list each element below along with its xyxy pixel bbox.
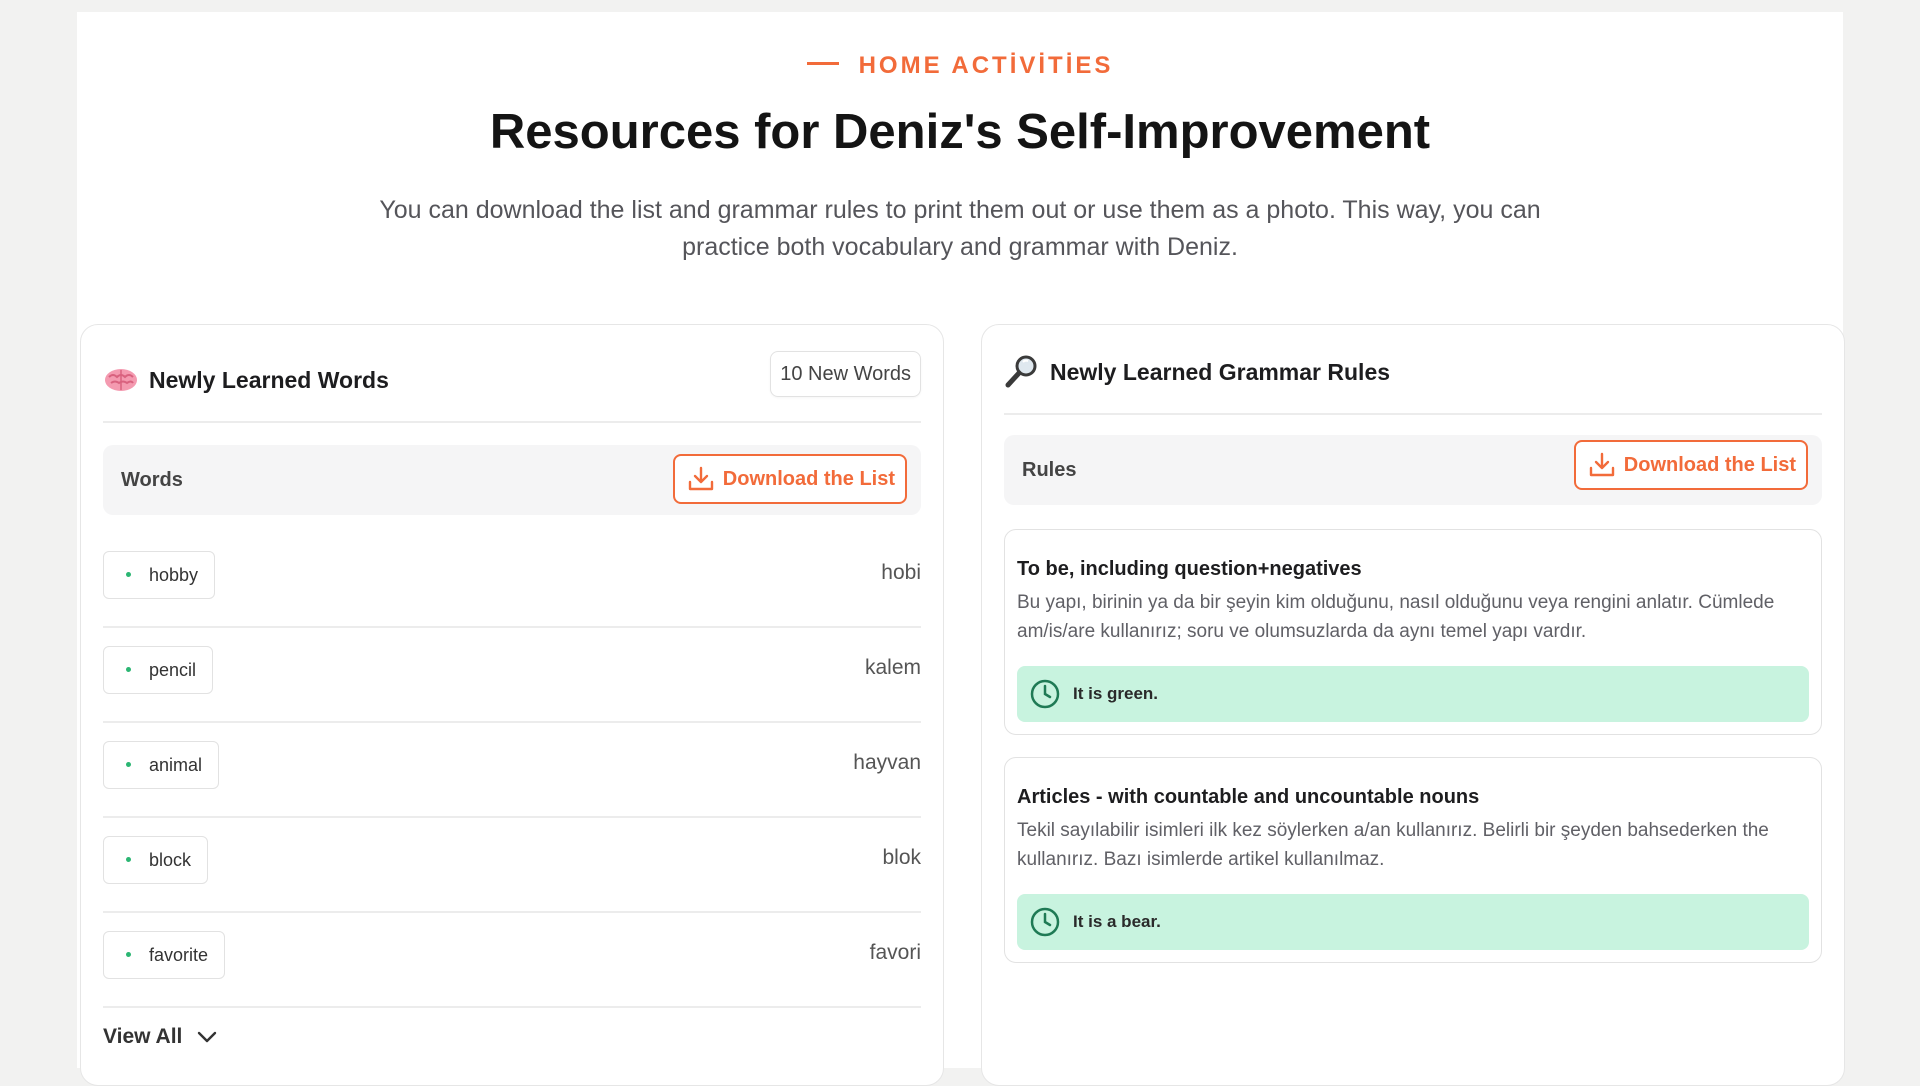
rules-toolbar: Rules Download the List	[1004, 435, 1822, 505]
word-translation: hayvan	[853, 751, 921, 774]
word-row: pencil kalem	[103, 626, 921, 723]
bullet-dot	[126, 951, 131, 957]
eyebrow-dash	[806, 62, 839, 66]
view-all-label: View All	[103, 1025, 183, 1048]
word-chip[interactable]: block	[103, 836, 209, 884]
magnifier-icon	[1005, 355, 1037, 388]
eyebrow-text: HOME ACTİVİTİES	[858, 52, 1114, 79]
word-translation: favori	[869, 941, 921, 964]
rule-example-text: It is green.	[1073, 684, 1159, 703]
grammar-card-header: Newly Learned Grammar Rules	[1004, 317, 1822, 415]
rule-description: Bu yapı, birinin ya da bir şeyin kim old…	[1017, 592, 1775, 642]
words-toolbar: Words Download the List	[103, 445, 921, 515]
word-row: animal hayvan	[103, 721, 921, 818]
word-chip[interactable]: hobby	[103, 551, 216, 599]
rule-example-text: It is a bear.	[1073, 912, 1161, 931]
word-english: favorite	[149, 945, 209, 965]
words-toolbar-label: Words	[121, 469, 183, 491]
word-translation: blok	[882, 846, 921, 869]
section-eyebrow: HOME ACTİVİTİES	[77, 52, 1843, 80]
words-card-title: Newly Learned Words	[149, 367, 389, 393]
word-row: block blok	[103, 816, 921, 913]
grammar-rule-card: To be, including question+negatives Bu y…	[1004, 529, 1822, 735]
download-rules-label: Download the List	[1623, 453, 1796, 476]
word-english: block	[149, 850, 192, 870]
bullet-dot	[126, 856, 131, 862]
page-title: Resources for Deniz's Self-Improvement	[489, 105, 1431, 159]
rule-title: Articles - with countable and uncountabl…	[1017, 786, 1480, 808]
chevron-down-icon	[198, 1031, 217, 1043]
word-english: hobby	[149, 565, 199, 585]
grammar-card-title: Newly Learned Grammar Rules	[1050, 359, 1391, 385]
rule-description: Tekil sayılabilir isimleri ilk kez söyle…	[1017, 820, 1769, 870]
word-english: pencil	[149, 660, 197, 680]
rule-example: It is a bear.	[1017, 894, 1809, 950]
download-icon	[1589, 452, 1614, 477]
word-english: animal	[149, 755, 203, 775]
word-chip[interactable]: pencil	[103, 646, 214, 694]
word-row: favorite favori	[103, 911, 921, 1008]
page-subtitle: You can download the list and grammar ru…	[379, 196, 1541, 261]
word-row: hobby hobi	[103, 531, 921, 628]
download-icon	[688, 466, 713, 491]
grammar-rule-card: Articles - with countable and uncountabl…	[1004, 757, 1822, 963]
download-rules-button[interactable]: Download the List	[1573, 440, 1808, 490]
word-chip[interactable]: favorite	[103, 931, 226, 979]
clock-icon	[1030, 679, 1060, 709]
view-all-button[interactable]: View All	[103, 1025, 218, 1049]
page: HOME ACTİVİTİES Resources for Deniz's Se…	[77, 12, 1845, 1086]
rule-title: To be, including question+negatives	[1017, 558, 1362, 580]
bullet-dot	[126, 571, 131, 577]
word-count-badge: 10 New Words	[770, 351, 921, 397]
bullet-dot	[126, 761, 131, 767]
word-chip[interactable]: animal	[103, 741, 220, 789]
clock-icon	[1030, 907, 1060, 937]
rule-example: It is green.	[1017, 666, 1809, 722]
download-words-label: Download the List	[722, 467, 895, 490]
bullet-dot	[126, 666, 131, 672]
rules-toolbar-label: Rules	[1022, 459, 1077, 481]
brain-icon	[105, 369, 137, 391]
word-translation: kalem	[864, 656, 921, 679]
download-words-button[interactable]: Download the List	[672, 454, 907, 504]
word-translation: hobi	[881, 561, 921, 584]
words-card-header: Newly Learned Words 10 New Words	[103, 325, 921, 423]
grammar-card: Newly Learned Grammar Rules Rules Downlo…	[981, 324, 1845, 1086]
words-card: Newly Learned Words 10 New Words Words D…	[80, 324, 944, 1086]
